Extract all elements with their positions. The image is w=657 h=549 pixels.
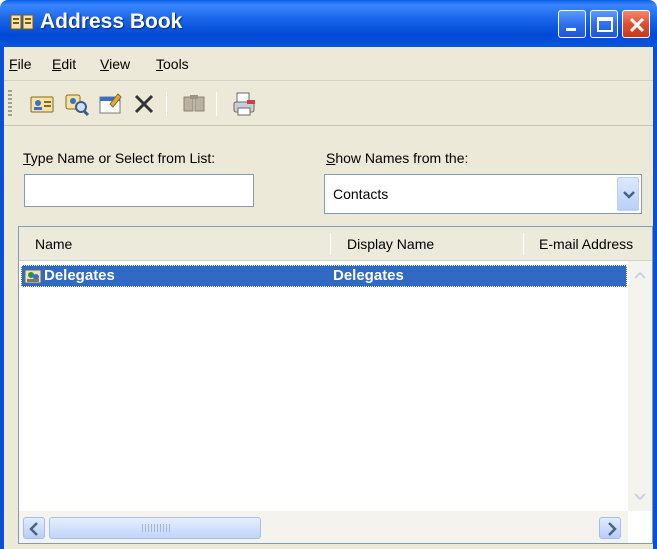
minimize-button[interactable] [558,10,586,38]
menu-file[interactable]: File [9,56,32,72]
print-icon[interactable] [230,90,258,118]
column-header-email[interactable]: E-mail Address [539,236,633,252]
window-border-right [653,47,657,549]
search-label: Type Name or Select from List: [23,150,216,166]
menu-view[interactable]: View [100,56,130,72]
thumb-grip [142,524,172,532]
scroll-up-icon[interactable] [630,265,650,285]
dropdown-button[interactable] [617,177,639,211]
properties-icon[interactable] [96,90,124,118]
new-contact-icon[interactable] [28,90,56,118]
source-label: Show Names from the: [326,150,469,166]
menu-tools[interactable]: Tools [156,56,189,72]
chevron-right-icon [608,522,617,536]
delete-icon[interactable] [130,90,158,118]
search-input[interactable] [24,174,254,207]
book-icon[interactable] [180,90,208,118]
scroll-thumb[interactable] [49,517,261,539]
close-button[interactable] [622,10,650,38]
menu-edit[interactable]: Edit [52,56,76,72]
vertical-scrollbar[interactable] [628,261,652,511]
table-row[interactable]: Delegates Delegates [21,265,627,287]
minimize-icon [566,28,576,31]
scroll-down-icon[interactable] [630,487,650,507]
toolbar [4,82,653,126]
column-header-display-name[interactable]: Display Name [347,236,434,252]
source-selected: Contacts [333,186,389,202]
chevron-down-icon [623,191,635,199]
column-divider[interactable] [330,233,331,255]
scroll-left-button[interactable] [23,517,45,539]
distribution-group-icon [24,269,42,284]
source-dropdown[interactable]: Contacts [324,174,642,214]
contacts-list[interactable]: Name Display Name E-mail Address Delegat… [18,226,653,544]
window-title: Address Book [40,10,183,33]
cell-display-name: Delegates [333,267,404,284]
toolbar-grip[interactable] [8,90,12,118]
maximize-button[interactable] [590,10,618,38]
horizontal-scrollbar[interactable] [19,511,628,543]
toolbar-separator [216,92,217,116]
list-header: Name Display Name E-mail Address [19,227,652,261]
menu-bar: File Edit View Tools [4,47,653,81]
address-book-icon [10,14,34,30]
maximize-icon [597,17,613,32]
column-header-name[interactable]: Name [35,236,72,252]
chevron-left-icon [29,522,38,536]
scroll-right-button[interactable] [599,517,621,539]
title-bar[interactable]: Address Book [0,0,657,47]
column-divider[interactable] [523,233,524,255]
toolbar-separator [166,92,167,116]
close-icon [629,17,645,33]
find-people-icon[interactable] [62,90,90,118]
cell-name: Delegates [44,267,115,284]
